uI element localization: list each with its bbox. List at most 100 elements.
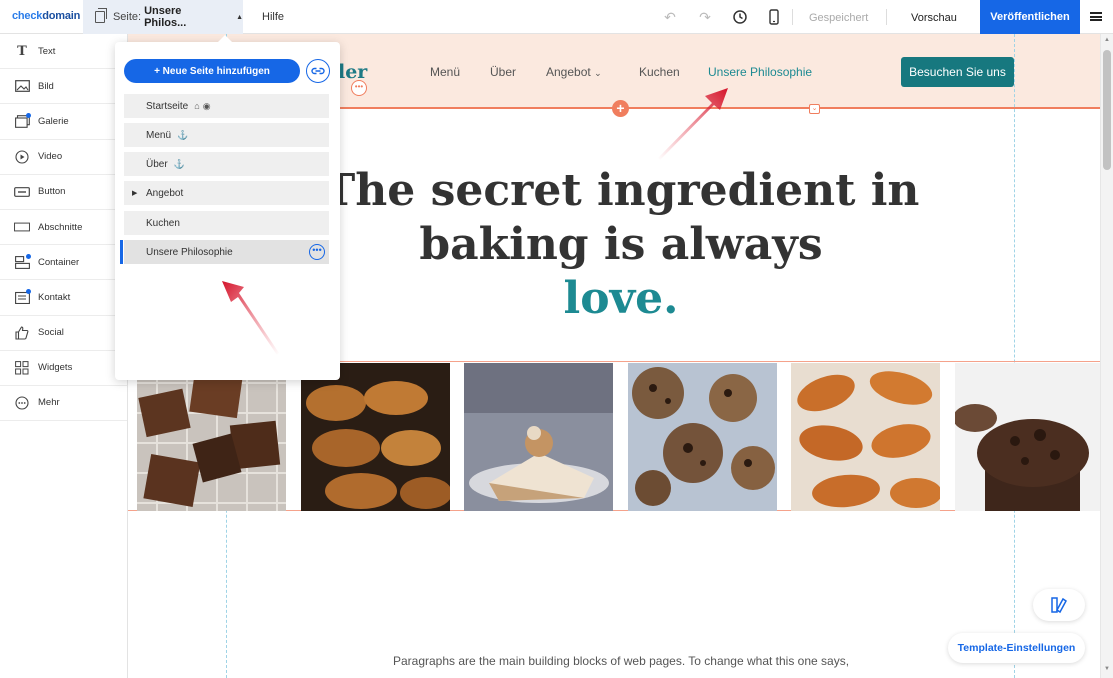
site-nav-cakes[interactable]: Kuchen [639,65,680,79]
top-bar: checkdomain Seite: Unsere Philos... ▲ Hi… [0,0,1113,34]
sidebar-item-label: Container [38,256,80,268]
page-selector[interactable]: Seite: Unsere Philos... ▲ [83,0,243,34]
image-gallery[interactable] [128,361,1100,511]
site-nav-about[interactable]: Über [490,65,516,79]
page-selector-prefix: Seite: [112,11,142,23]
page-item-ueber[interactable]: Über ⚓ [124,152,329,176]
page-item-menu[interactable]: Menü ⚓ [124,123,329,147]
page-item-label: Über [146,158,168,170]
sidebar-item-label: Widgets [38,362,73,374]
sidebar-item-label: Social [38,327,64,339]
eye-icon: ◉ [202,100,211,111]
gallery-photo-bread-rolls[interactable] [301,363,450,511]
sidebar-item-label: Kontakt [38,291,71,303]
sidebar-item-label: Galerie [38,115,69,127]
widgets-icon [14,360,30,375]
section-icon [14,220,30,234]
chevron-down-icon[interactable]: ⌄ [809,104,820,114]
new-badge [26,289,31,295]
anchor-icon: ⚓ [173,158,185,169]
sidebar-item-label: Button [38,186,66,198]
page-item-kuchen[interactable]: Kuchen [124,211,329,235]
site-nav-offer-label: Angebot [546,65,591,79]
video-icon [14,150,30,164]
sidebar-item-label: Mehr [38,397,60,409]
page-selector-value: Unsere Philos... [144,5,187,29]
publish-button[interactable]: Veröffentlichen [980,0,1080,34]
sidebar-item-video[interactable]: Video [0,140,127,175]
template-settings-button[interactable]: Template-Einstellungen [948,633,1085,663]
site-brand[interactable]: ler [338,61,367,83]
page-item-label: Unsere Philosophie [146,246,233,258]
sidebar-item-widgets[interactable]: Widgets [0,351,127,386]
gallery-photo-cheesecake[interactable] [464,363,613,511]
sidebar-item-button[interactable]: Button [0,175,127,210]
redo-icon[interactable]: ↷ [697,9,713,25]
menu-icon[interactable] [1090,12,1102,21]
pages-panel: + Neue Seite hinzufügen Startseite ⌂ ◉ M… [115,35,340,380]
expand-arrow-icon[interactable]: ▶ [132,189,137,197]
undo-icon[interactable]: ↶ [662,9,678,25]
divider [886,9,887,25]
visit-us-button[interactable]: Besuchen Sie uns [901,57,1014,87]
scroll-thumb[interactable] [1103,50,1111,170]
sidebar-item-sections[interactable]: Abschnitte [0,210,127,246]
sidebar-item-container[interactable]: Container [0,245,127,281]
thumbs-up-icon [14,326,30,340]
sidebar-item-label: Abschnitte [38,221,83,233]
mobile-icon[interactable] [766,9,782,25]
checkdomain-logo[interactable]: checkdomain [12,10,80,22]
gallery-photo-cookies[interactable] [628,363,777,511]
pages-icon [95,8,107,23]
add-section-icon[interactable]: + [612,100,629,117]
site-nav-menu[interactable]: Menü [430,65,460,79]
sidebar-item-image[interactable]: Bild [0,69,127,105]
page-item-label: Kuchen [146,217,180,229]
selected-indicator [120,240,123,264]
more-icon [14,396,30,410]
saved-status: Gespeichert [809,12,869,24]
element-sidebar: T Text Bild Galerie Video Button Abschni… [0,34,128,678]
page-item-label: Angebot [146,187,184,199]
help-link[interactable]: Hilfe [262,11,284,23]
new-badge [26,113,31,119]
image-icon [14,79,30,93]
sidebar-item-gallery[interactable]: Galerie [0,104,127,140]
theme-icon[interactable] [1033,589,1085,621]
sidebar-item-more[interactable]: Mehr [0,386,127,422]
more-options-icon[interactable]: ••• [351,80,367,96]
page-item-label: Menü [146,129,172,141]
text-icon: T [17,43,27,59]
add-page-button[interactable]: + Neue Seite hinzufügen [124,59,300,83]
page-item-angebot[interactable]: ▶ Angebot [124,181,329,205]
scroll-up-icon[interactable]: ▲ [1103,37,1111,43]
button-icon [14,185,30,199]
gallery-photo-croissants[interactable] [791,363,940,511]
sidebar-item-label: Text [38,45,56,57]
gallery-photo-brownies[interactable] [137,363,286,511]
page-item-startseite[interactable]: Startseite ⌂ ◉ [124,94,329,118]
sidebar-item-social[interactable]: Social [0,316,127,351]
new-badge [26,254,31,260]
divider [792,9,793,25]
link-icon[interactable] [306,59,330,83]
anchor-icon: ⚓ [177,129,189,140]
gallery-photo-muffin[interactable] [955,363,1100,511]
history-icon[interactable] [732,9,748,25]
home-icon: ⌂ [194,101,200,111]
page-item-label: Startseite [146,100,189,112]
site-nav-philosophy[interactable]: Unsere Philosophie [708,65,812,79]
layout-guide [1014,34,1015,678]
scrollbar[interactable]: ▲ ▼ [1100,34,1113,678]
preview-button[interactable]: Vorschau [911,12,957,24]
sidebar-item-contact[interactable]: Kontakt [0,280,127,316]
caret-up-icon: ▲ [236,13,243,21]
sidebar-item-label: Bild [38,80,54,92]
chevron-down-icon: ⌄ [594,68,602,78]
page-item-unsere-philosophie[interactable]: Unsere Philosophie ••• [124,240,329,264]
sidebar-item-label: Video [38,151,63,163]
more-options-icon[interactable]: ••• [309,244,325,260]
site-nav-offer[interactable]: Angebot ⌄ [546,65,602,79]
sidebar-item-text[interactable]: T Text [0,34,127,70]
scroll-down-icon[interactable]: ▼ [1103,666,1111,672]
